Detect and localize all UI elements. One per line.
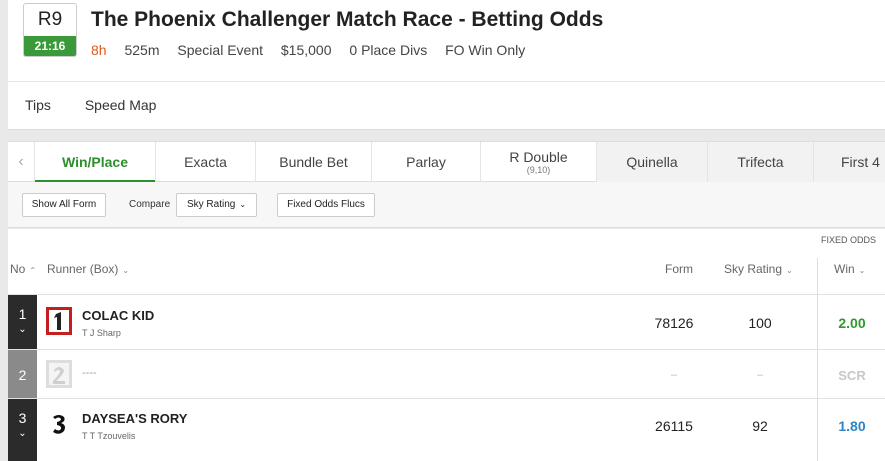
tab-bundle-bet[interactable]: Bundle Bet (256, 142, 372, 182)
race-time: 21:16 (24, 36, 76, 56)
tab-win-place[interactable]: Win/Place (35, 142, 156, 183)
runner-name[interactable]: DAYSEA'S RORY (82, 411, 187, 426)
chevron-down-icon: ⌄ (239, 200, 247, 209)
tab-label: Parlay (406, 154, 446, 170)
race-page: R9 21:16 The Phoenix Challenger Match Ra… (0, 0, 885, 461)
header-runner[interactable]: Runner (Box) ⌄ (47, 262, 129, 276)
tab-label: Win/Place (61, 154, 128, 170)
expand-chevron-icon[interactable]: ⌄ (8, 428, 37, 439)
filters-bar: Show All Form Compare Sky Rating ⌄ Fixed … (8, 182, 885, 228)
header-runner-label: Runner (Box) (47, 262, 119, 276)
tabs-scroll-left-icon[interactable]: ‹ (8, 142, 35, 182)
runner-number: 3 (18, 410, 27, 426)
race-distance: 525m (124, 42, 160, 58)
runner-name[interactable]: COLAC KID (82, 308, 154, 323)
runner-number: 2 (18, 367, 27, 383)
compare-select-value: Sky Rating (186, 199, 236, 210)
runner-number-cell[interactable]: 1 ⌄ (8, 295, 37, 349)
tab-quinella[interactable]: Quinella (597, 142, 708, 182)
rug-2-icon (46, 360, 72, 388)
tab-r-double[interactable]: R Double (9,10) (481, 142, 597, 182)
tab-trifecta[interactable]: Trifecta (708, 142, 814, 182)
tab-exacta[interactable]: Exacta (156, 142, 256, 182)
table-row[interactable]: 3 ⌄ DAYSEA'S RORY T T Tzouvelis 26115 92… (8, 398, 885, 461)
sort-up-icon: ⌃ (29, 266, 37, 275)
compare-select[interactable]: Sky Rating ⌄ (176, 193, 257, 217)
scratched-label: SCR (838, 368, 866, 383)
race-event-type: Special Event (177, 42, 263, 58)
tab-first-4[interactable]: First 4 (814, 142, 885, 182)
tab-parlay[interactable]: Parlay (372, 142, 481, 182)
runner-sky-rating: – (756, 369, 764, 381)
header-sky-rating-label: Sky Rating (724, 262, 783, 276)
runner-number: 1 (18, 306, 27, 322)
header-win-label: Win (834, 262, 855, 276)
runner-form: 26115 (655, 418, 693, 434)
runner-sky-rating: 100 (748, 315, 772, 331)
runners-table: FIXED ODDS No ⌃ Runner (Box) ⌄ Form Sky Ra… (8, 229, 885, 461)
page-title: The Phoenix Challenger Match Race - Bett… (91, 8, 604, 31)
race-countdown: 8h (91, 42, 107, 58)
runner-trainer: T T Tzouvelis (82, 431, 136, 441)
runner-trainer: T J Sharp (82, 328, 121, 338)
tab-label: Trifecta (737, 154, 784, 170)
chevron-down-icon: ⌄ (122, 266, 130, 275)
header-no-label: No (10, 262, 26, 276)
compare-label: Compare (129, 199, 171, 210)
runner-form: 78126 (654, 315, 694, 331)
rug-1-icon (46, 307, 72, 335)
show-all-form-button[interactable]: Show All Form (22, 193, 106, 217)
tab-label: Bundle Bet (279, 154, 348, 170)
fixed-odds-label: FIXED ODDS (820, 235, 876, 245)
table-row[interactable]: 1 ⌄ COLAC KID T J Sharp 78126 100 2.00 (8, 294, 885, 349)
rug-3-icon (46, 410, 72, 438)
chevron-down-icon: ⌄ (858, 266, 866, 275)
win-odds-button[interactable]: 1.80 (823, 418, 881, 434)
race-subnav: Tips Speed Map (25, 97, 186, 113)
expand-chevron-icon[interactable]: ⌄ (8, 324, 37, 335)
header-form: Form (665, 262, 693, 276)
chevron-down-icon: ⌄ (786, 266, 793, 275)
subnav-speed-map[interactable]: Speed Map (85, 97, 157, 113)
runner-sky-rating: 92 (752, 418, 768, 434)
header-no[interactable]: No ⌃ (10, 262, 36, 276)
win-odds-button[interactable]: 2.00 (823, 315, 881, 331)
header-sky-rating[interactable]: Sky Rating ⌄ (724, 262, 793, 276)
tab-label: Exacta (184, 154, 227, 170)
table-row: 2 ---- – – SCR (8, 349, 885, 398)
subnav-tips[interactable]: Tips (25, 97, 51, 113)
tab-label: First 4 (841, 154, 880, 170)
race-meta: 8h 525m Special Event $15,000 0 Place Di… (91, 42, 539, 58)
race-prize: $15,000 (280, 42, 332, 58)
header-win[interactable]: Win ⌄ (834, 262, 865, 276)
race-fo-note: FO Win Only (445, 42, 526, 58)
runner-number-cell: 2 (8, 350, 37, 398)
runner-trainer: ---- (82, 367, 97, 379)
race-badge: R9 21:16 (23, 3, 77, 57)
race-place-divs: 0 Place Divs (349, 42, 428, 58)
runner-number-cell[interactable]: 3 ⌄ (8, 399, 37, 461)
tab-label: Quinella (626, 154, 678, 170)
header-divider (8, 81, 885, 82)
tab-label: R Double (509, 149, 568, 165)
race-header: R9 21:16 The Phoenix Challenger Match Ra… (8, 0, 885, 130)
fixed-odds-flucs-button[interactable]: Fixed Odds Flucs (277, 193, 375, 217)
tab-sub-label: (9,10) (526, 165, 551, 175)
runner-form: – (670, 369, 678, 381)
race-number: R9 (37, 9, 63, 30)
bet-type-tabs: ‹ Win/Place Exacta Bundle Bet Parlay R D… (8, 141, 885, 183)
